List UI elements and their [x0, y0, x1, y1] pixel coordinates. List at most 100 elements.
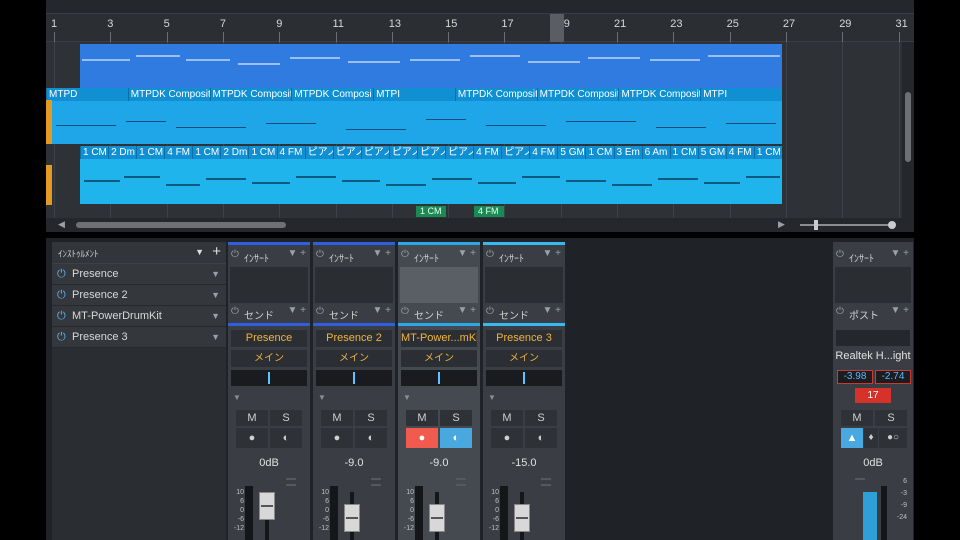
pan-control[interactable] [231, 370, 307, 386]
power-icon[interactable]: ⏻ [836, 249, 844, 260]
track-lane-2-event[interactable]: MTPDMTPDK CompositionClMTPDK Composition… [46, 88, 782, 144]
chevron-down-icon[interactable]: ▼ [211, 332, 220, 342]
playhead-marker[interactable] [550, 14, 564, 42]
insert-header[interactable]: ⏻ ｲﾝｻｰﾄ ▼ + [313, 246, 395, 266]
event-small-2[interactable]: 4 FM [474, 206, 504, 217]
pan-expand-icon[interactable]: ▼ [233, 393, 241, 402]
insert-slot[interactable] [485, 267, 563, 303]
mute-button[interactable]: M [491, 410, 523, 426]
scroll-left-arrow[interactable]: ◀ [58, 219, 65, 230]
solo-button[interactable]: S [355, 410, 387, 426]
mono-icon[interactable]: ▲ [841, 428, 863, 448]
channel-name[interactable]: MT-Power...mKit [401, 330, 477, 347]
fader-handle[interactable] [429, 504, 445, 532]
instrument-item-presence-2[interactable]: ⏻ Presence 2 ▼ [52, 285, 226, 306]
instrument-item-presence[interactable]: ⏻ Presence ▼ [52, 264, 226, 285]
volume-readout[interactable]: -9.0 [313, 457, 395, 469]
output-route[interactable]: メイン [401, 350, 477, 367]
send-controls-icon[interactable]: ▼ + [542, 305, 561, 316]
power-icon[interactable]: ⏻ [316, 249, 324, 260]
chevron-down-icon[interactable]: ▼ [211, 290, 220, 300]
horizontal-scrollbar[interactable]: ◀ ▶ [46, 218, 914, 232]
insert-slot[interactable] [315, 267, 393, 303]
chevron-down-icon[interactable]: ▼ [211, 311, 220, 321]
event-small-1[interactable]: 1 CM [416, 206, 446, 217]
monitor-icon[interactable]: ◐ [355, 428, 387, 448]
main-insert-header[interactable]: ⏻ ｲﾝｻｰﾄ ▼ + [833, 246, 913, 266]
power-icon[interactable]: ⏻ [401, 249, 409, 260]
instrument-item-drumkit[interactable]: ⏻ MT-PowerDrumKit ▼ [52, 306, 226, 327]
power-icon[interactable]: ⏻ [57, 289, 66, 302]
peak-left[interactable]: -3.98 [837, 370, 873, 384]
solo-button[interactable]: S [270, 410, 302, 426]
mute-button[interactable]: M [321, 410, 353, 426]
link-icon[interactable]: ●○ [879, 428, 907, 448]
solo-button[interactable]: S [525, 410, 557, 426]
power-icon[interactable]: ⏻ [486, 306, 494, 317]
main-volume-readout[interactable]: 0dB [833, 457, 913, 469]
insert-header[interactable]: ⏻ ｲﾝｻｰﾄ ▼ + [228, 246, 310, 266]
timeline-ruler[interactable]: 135791113151719212325272931 [46, 0, 914, 42]
fader-handle[interactable] [344, 504, 360, 532]
vertical-scroll-thumb[interactable] [905, 92, 911, 162]
power-icon[interactable]: ⏻ [231, 249, 239, 260]
pan-expand-icon[interactable]: ▼ [403, 393, 411, 402]
zoom-knob[interactable] [814, 220, 818, 230]
pan-expand-icon[interactable]: ▼ [318, 393, 326, 402]
send-controls-icon[interactable]: ▼ + [372, 305, 391, 316]
channel-name[interactable]: Presence 2 [316, 330, 392, 347]
power-icon[interactable]: ⏻ [57, 310, 66, 323]
insert-controls-icon[interactable]: ▼ + [457, 248, 476, 259]
main-post-header[interactable]: ⏻ ポスト ▼ + [833, 303, 913, 323]
power-icon[interactable]: ⏻ [57, 268, 66, 281]
insert-header[interactable]: ⏻ ｲﾝｻｰﾄ ▼ + [483, 246, 565, 266]
main-insert-slot[interactable] [835, 267, 911, 303]
add-instrument-icon[interactable]: + [212, 243, 221, 260]
insert-controls-icon[interactable]: ▼ + [287, 248, 306, 259]
vertical-scrollbar[interactable] [902, 42, 914, 218]
instrument-item-presence-3[interactable]: ⏻ Presence 3 ▼ [52, 327, 226, 348]
post-controls-icon[interactable]: ▼ + [890, 305, 909, 316]
solo-button[interactable]: S [440, 410, 472, 426]
fader-handle[interactable] [259, 492, 275, 520]
power-icon[interactable]: ⏻ [486, 249, 494, 260]
power-icon[interactable]: ⏻ [57, 331, 66, 344]
send-header[interactable]: ⏻ センド ▼ + [228, 303, 310, 323]
pan-control[interactable] [486, 370, 562, 386]
monitor-icon[interactable]: ◐ [440, 428, 472, 448]
main-solo-button[interactable]: S [875, 410, 907, 426]
main-mute-button[interactable]: M [841, 410, 873, 426]
output-route[interactable]: メイン [486, 350, 562, 367]
send-header[interactable]: ⏻ センド ▼ + [313, 303, 395, 323]
scroll-right-arrow[interactable]: ▶ [778, 219, 785, 230]
power-icon[interactable]: ⏻ [401, 306, 409, 317]
mute-button[interactable]: M [236, 410, 268, 426]
channel-name[interactable]: Presence 3 [486, 330, 562, 347]
record-arm-icon[interactable]: ● [491, 428, 523, 448]
pan-expand-icon[interactable]: ▼ [488, 393, 496, 402]
insert-controls-icon[interactable]: ▼ + [890, 248, 909, 259]
insert-slot[interactable] [400, 267, 478, 303]
horizontal-scroll-thumb[interactable] [76, 222, 286, 228]
output-route[interactable]: メイン [231, 350, 307, 367]
power-icon[interactable]: ⏻ [316, 306, 324, 317]
record-arm-icon[interactable]: ● [321, 428, 353, 448]
insert-controls-icon[interactable]: ▼ + [372, 248, 391, 259]
peak-right[interactable]: -2.74 [875, 370, 911, 384]
chevron-down-icon[interactable]: ▼ [211, 269, 220, 279]
main-fader-cap[interactable] [863, 492, 877, 540]
send-controls-icon[interactable]: ▼ + [287, 305, 306, 316]
zoom-slider[interactable] [800, 220, 896, 230]
send-controls-icon[interactable]: ▼ + [457, 305, 476, 316]
channel-name[interactable]: Presence [231, 330, 307, 347]
mute-button[interactable]: M [406, 410, 438, 426]
send-header[interactable]: ⏻ センド ▼ + [398, 303, 480, 323]
power-icon[interactable]: ⏻ [836, 306, 844, 317]
pan-control[interactable] [316, 370, 392, 386]
send-header[interactable]: ⏻ センド ▼ + [483, 303, 565, 323]
pan-control[interactable] [401, 370, 477, 386]
insert-controls-icon[interactable]: ▼ + [542, 248, 561, 259]
record-arm-icon[interactable]: ● [406, 428, 438, 448]
power-icon[interactable]: ⏻ [231, 306, 239, 317]
volume-readout[interactable]: 0dB [228, 457, 310, 469]
